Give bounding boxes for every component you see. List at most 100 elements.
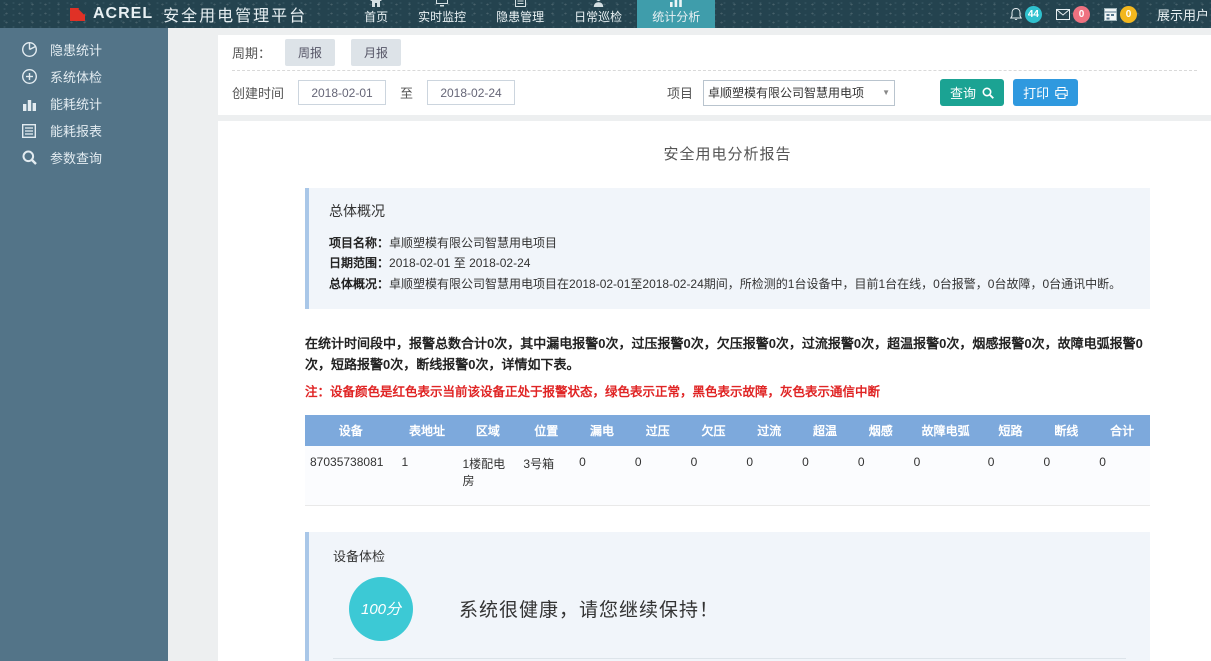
task-count-badge: 0 <box>1120 6 1137 23</box>
search-icon <box>20 150 38 165</box>
monitor-icon <box>436 0 448 7</box>
report-panel: 安全用电分析报告 总体概况 项目名称：卓顺塑模有限公司智慧用电项目 日期范围：2… <box>218 121 1211 661</box>
top-navbar: ACREL 安全用电管理平台 首页 实时监控 隐患管理 日常巡检 <box>0 0 1211 28</box>
cell-leakage: 0 <box>574 446 630 506</box>
summary-label: 总体概况： <box>329 277 389 291</box>
query-row: 创建时间 至 项目 卓顺塑模有限公司智慧用电项 ▼ 查询 打印 <box>232 71 1197 114</box>
project-name-label: 项目名称： <box>329 236 389 250</box>
date-from-input[interactable] <box>298 80 386 105</box>
overview-lines: 项目名称：卓顺塑模有限公司智慧用电项目 日期范围：2018-02-01 至 20… <box>329 233 1130 294</box>
col-short-circuit: 短路 <box>983 415 1039 446</box>
brand-acrel: ACREL <box>93 5 153 23</box>
main-content: 周期： 周报 月报 创建时间 至 项目 卓顺塑模有限公司智慧用电项 ▼ 查询 打… <box>168 28 1211 661</box>
report-icon <box>20 124 38 138</box>
chevron-down-icon: ▼ <box>882 88 890 97</box>
health-message: 系统很健康，请您继续保持！ <box>459 595 719 622</box>
cell-area: 1楼配电房 <box>457 446 518 506</box>
calendar-icon <box>1104 8 1117 21</box>
period-weekly-button[interactable]: 周报 <box>285 39 335 66</box>
col-area: 区域 <box>457 415 518 446</box>
col-overvoltage: 过压 <box>630 415 686 446</box>
col-location: 位置 <box>518 415 574 446</box>
period-label: 周期： <box>232 43 271 62</box>
col-meter-address: 表地址 <box>396 415 457 446</box>
task-group[interactable]: 0 <box>1104 6 1137 23</box>
nav-item-statistics-analysis[interactable]: 统计分析 <box>637 0 715 28</box>
nav-item-home[interactable]: 首页 <box>349 0 403 28</box>
overview-project-line: 项目名称：卓顺塑模有限公司智慧用电项目 <box>329 233 1130 253</box>
sidebar-item-label: 能耗统计 <box>50 94 102 113</box>
col-overcurrent: 过流 <box>741 415 797 446</box>
brand: ACREL 安全用电管理平台 <box>0 0 307 28</box>
nav-item-hazard-management[interactable]: 隐患管理 <box>481 0 559 28</box>
plus-circle-icon <box>20 69 38 84</box>
alarm-bell-group[interactable]: 44 <box>1010 6 1042 23</box>
sidebar-item-energy-report[interactable]: 能耗报表 <box>0 117 168 144</box>
cell-line-break: 0 <box>1038 446 1094 506</box>
cell-smoke: 0 <box>853 446 909 506</box>
pie-chart-icon <box>20 42 38 57</box>
clipboard-icon <box>515 0 526 7</box>
print-button-label: 打印 <box>1023 83 1049 102</box>
health-score-row: 100分 系统很健康，请您继续保持！ <box>333 577 1126 641</box>
date-to-input[interactable] <box>427 80 515 105</box>
cell-overtemp: 0 <box>797 446 853 506</box>
sidebar-item-label: 系统体检 <box>50 67 102 86</box>
date-range-label: 日期范围： <box>329 256 389 270</box>
nav-item-realtime-monitor[interactable]: 实时监控 <box>403 0 481 28</box>
home-icon <box>370 0 382 7</box>
sidebar-item-parameter-query[interactable]: 参数查询 <box>0 144 168 171</box>
search-icon <box>982 87 994 99</box>
query-button-label: 查询 <box>950 83 976 102</box>
col-undervoltage: 欠压 <box>686 415 742 446</box>
message-count-badge: 0 <box>1073 6 1090 23</box>
sidebar-item-label: 能耗报表 <box>50 121 102 140</box>
cell-arc-fault: 0 <box>909 446 983 506</box>
alarm-table: 设备 表地址 区域 位置 漏电 过压 欠压 过流 超温 烟感 故障电弧 短路 断… <box>305 415 1150 506</box>
sidebar-item-energy-statistics[interactable]: 能耗统计 <box>0 90 168 117</box>
report-title: 安全用电分析报告 <box>305 121 1150 164</box>
sidebar-item-hazard-statistics[interactable]: 隐患统计 <box>0 36 168 63</box>
inspector-icon <box>593 0 604 7</box>
print-button[interactable]: 打印 <box>1013 79 1078 106</box>
project-select-value: 卓顺塑模有限公司智慧用电项 <box>708 84 880 101</box>
cell-total: 0 <box>1094 446 1150 506</box>
date-range-value: 2018-02-01 至 2018-02-24 <box>389 256 530 270</box>
bar-chart-icon <box>20 97 38 111</box>
sidebar-item-system-checkup[interactable]: 系统体检 <box>0 63 168 90</box>
col-total: 合计 <box>1094 415 1150 446</box>
nav-label: 实时监控 <box>418 8 466 25</box>
summary-value: 卓顺塑模有限公司智慧用电项目在2018-02-01至2018-02-24期间，所… <box>389 277 1121 291</box>
project-name-value: 卓顺塑模有限公司智慧用电项目 <box>389 236 557 250</box>
platform-title: 安全用电管理平台 <box>163 2 307 26</box>
overview-date-line: 日期范围：2018-02-01 至 2018-02-24 <box>329 253 1130 273</box>
period-monthly-button[interactable]: 月报 <box>351 39 401 66</box>
filter-panel: 周期： 周报 月报 创建时间 至 项目 卓顺塑模有限公司智慧用电项 ▼ 查询 打… <box>218 35 1211 115</box>
nav-item-daily-inspection[interactable]: 日常巡检 <box>559 0 637 28</box>
nav-right: 44 0 0 展示用户 <box>1010 0 1211 28</box>
overview-section: 总体概况 项目名称：卓顺塑模有限公司智慧用电项目 日期范围：2018-02-01… <box>305 188 1150 309</box>
message-group[interactable]: 0 <box>1056 6 1090 23</box>
health-score-badge: 100分 <box>349 577 413 641</box>
main-nav: 首页 实时监控 隐患管理 日常巡检 统计分析 <box>349 0 715 28</box>
col-device: 设备 <box>305 415 396 446</box>
query-button[interactable]: 查询 <box>940 79 1004 106</box>
stats-chart-icon <box>670 0 682 7</box>
alarm-stats-paragraph: 在统计时间段中，报警总数合计0次，其中漏电报警0次，过压报警0次，欠压报警0次，… <box>305 334 1150 376</box>
col-overtemp: 超温 <box>797 415 853 446</box>
sidebar-item-label: 隐患统计 <box>50 40 102 59</box>
nav-label: 日常巡检 <box>574 8 622 25</box>
project-select[interactable]: 卓顺塑模有限公司智慧用电项 ▼ <box>703 80 895 106</box>
to-label: 至 <box>400 83 413 102</box>
device-id-link[interactable]: 87035738081 <box>305 446 396 506</box>
col-arc-fault: 故障电弧 <box>909 415 983 446</box>
bell-icon <box>1010 8 1022 21</box>
table-header-row: 设备 表地址 区域 位置 漏电 过压 欠压 过流 超温 烟感 故障电弧 短路 断… <box>305 415 1150 446</box>
cell-short-circuit: 0 <box>983 446 1039 506</box>
nav-label: 首页 <box>364 8 388 25</box>
col-line-break: 断线 <box>1038 415 1094 446</box>
acrel-logo-icon <box>70 8 85 21</box>
col-leakage: 漏电 <box>574 415 630 446</box>
period-row: 周期： 周报 月报 <box>232 35 1197 71</box>
user-menu[interactable]: 展示用户 <box>1157 5 1209 24</box>
